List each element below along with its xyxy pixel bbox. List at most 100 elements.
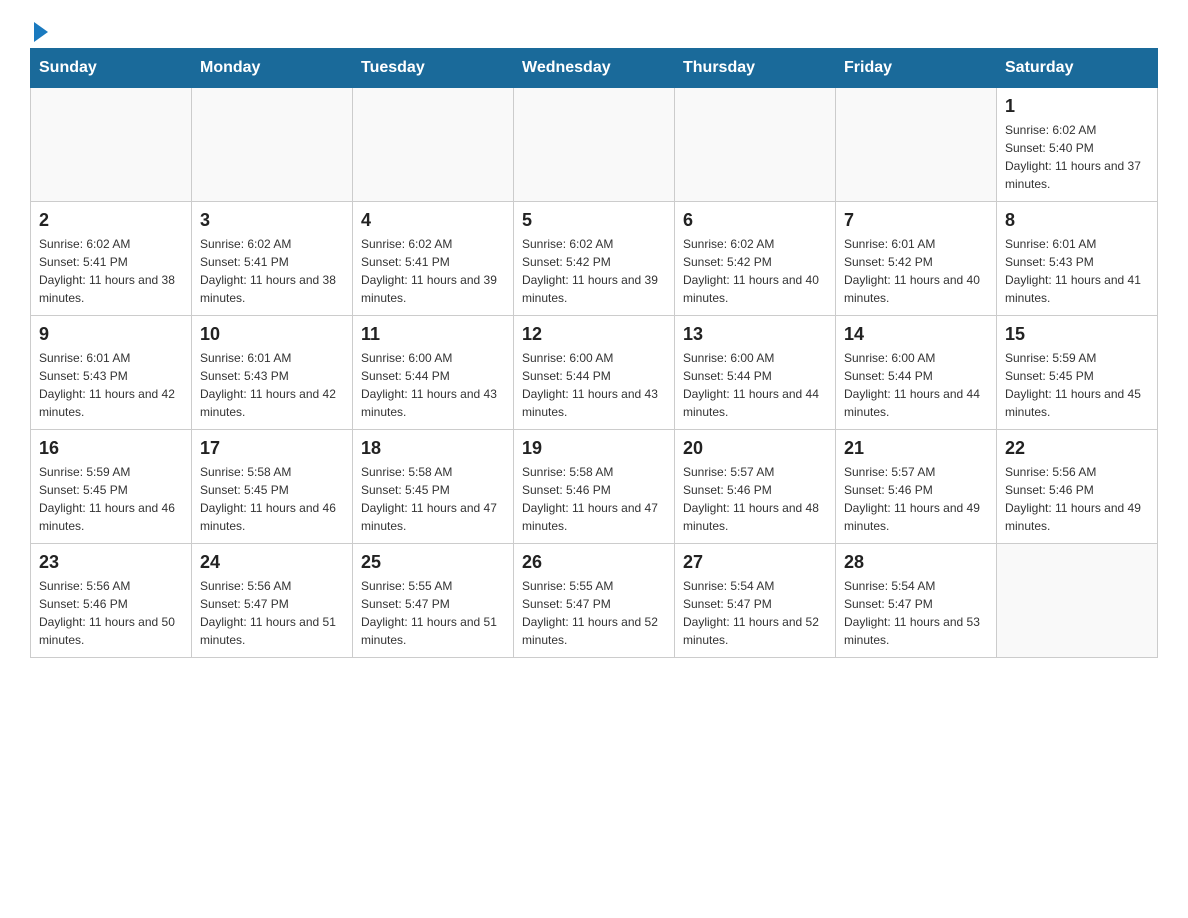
day-info: Sunrise: 6:00 AMSunset: 5:44 PMDaylight:… [361, 349, 505, 421]
day-info: Sunrise: 5:59 AMSunset: 5:45 PMDaylight:… [39, 463, 183, 535]
day-cell: 13 Sunrise: 6:00 AMSunset: 5:44 PMDayligh… [675, 316, 836, 430]
day-number: 28 [844, 552, 988, 573]
day-cell: 26 Sunrise: 5:55 AMSunset: 5:47 PMDayligh… [514, 544, 675, 658]
day-cell: 14 Sunrise: 6:00 AMSunset: 5:44 PMDayligh… [836, 316, 997, 430]
day-cell: 12 Sunrise: 6:00 AMSunset: 5:44 PMDayligh… [514, 316, 675, 430]
day-cell [836, 88, 997, 202]
day-number: 2 [39, 210, 183, 231]
day-number: 13 [683, 324, 827, 345]
day-info: Sunrise: 6:02 AMSunset: 5:41 PMDaylight:… [39, 235, 183, 307]
day-cell: 28 Sunrise: 5:54 AMSunset: 5:47 PMDayligh… [836, 544, 997, 658]
day-cell: 10 Sunrise: 6:01 AMSunset: 5:43 PMDayligh… [192, 316, 353, 430]
page-header [30, 20, 1158, 38]
logo-arrow-icon [34, 22, 48, 42]
day-info: Sunrise: 6:02 AMSunset: 5:41 PMDaylight:… [200, 235, 344, 307]
day-headers-row: SundayMondayTuesdayWednesdayThursdayFrid… [31, 49, 1158, 88]
week-row-1: 2 Sunrise: 6:02 AMSunset: 5:41 PMDaylight… [31, 202, 1158, 316]
day-header-friday: Friday [836, 49, 997, 88]
day-cell: 21 Sunrise: 5:57 AMSunset: 5:46 PMDayligh… [836, 430, 997, 544]
day-info: Sunrise: 5:55 AMSunset: 5:47 PMDaylight:… [522, 577, 666, 649]
day-info: Sunrise: 6:00 AMSunset: 5:44 PMDaylight:… [522, 349, 666, 421]
day-number: 1 [1005, 96, 1149, 117]
day-cell [675, 88, 836, 202]
week-row-0: 1 Sunrise: 6:02 AMSunset: 5:40 PMDaylight… [31, 88, 1158, 202]
day-header-wednesday: Wednesday [514, 49, 675, 88]
day-info: Sunrise: 6:00 AMSunset: 5:44 PMDaylight:… [844, 349, 988, 421]
day-number: 5 [522, 210, 666, 231]
day-cell: 7 Sunrise: 6:01 AMSunset: 5:42 PMDaylight… [836, 202, 997, 316]
day-info: Sunrise: 5:54 AMSunset: 5:47 PMDaylight:… [844, 577, 988, 649]
day-cell: 20 Sunrise: 5:57 AMSunset: 5:46 PMDayligh… [675, 430, 836, 544]
day-header-sunday: Sunday [31, 49, 192, 88]
day-number: 17 [200, 438, 344, 459]
day-cell: 5 Sunrise: 6:02 AMSunset: 5:42 PMDaylight… [514, 202, 675, 316]
calendar-table: SundayMondayTuesdayWednesdayThursdayFrid… [30, 48, 1158, 658]
day-number: 19 [522, 438, 666, 459]
day-cell: 4 Sunrise: 6:02 AMSunset: 5:41 PMDaylight… [353, 202, 514, 316]
day-number: 24 [200, 552, 344, 573]
day-number: 3 [200, 210, 344, 231]
day-cell: 23 Sunrise: 5:56 AMSunset: 5:46 PMDayligh… [31, 544, 192, 658]
day-info: Sunrise: 5:58 AMSunset: 5:45 PMDaylight:… [361, 463, 505, 535]
day-info: Sunrise: 5:56 AMSunset: 5:46 PMDaylight:… [1005, 463, 1149, 535]
day-cell: 24 Sunrise: 5:56 AMSunset: 5:47 PMDayligh… [192, 544, 353, 658]
day-cell: 3 Sunrise: 6:02 AMSunset: 5:41 PMDaylight… [192, 202, 353, 316]
day-info: Sunrise: 6:01 AMSunset: 5:43 PMDaylight:… [200, 349, 344, 421]
day-cell [192, 88, 353, 202]
calendar-header: SundayMondayTuesdayWednesdayThursdayFrid… [31, 49, 1158, 88]
day-cell: 18 Sunrise: 5:58 AMSunset: 5:45 PMDayligh… [353, 430, 514, 544]
day-info: Sunrise: 6:02 AMSunset: 5:41 PMDaylight:… [361, 235, 505, 307]
day-cell: 2 Sunrise: 6:02 AMSunset: 5:41 PMDaylight… [31, 202, 192, 316]
day-cell: 17 Sunrise: 5:58 AMSunset: 5:45 PMDayligh… [192, 430, 353, 544]
day-cell [514, 88, 675, 202]
day-number: 9 [39, 324, 183, 345]
day-number: 4 [361, 210, 505, 231]
day-info: Sunrise: 6:02 AMSunset: 5:42 PMDaylight:… [683, 235, 827, 307]
day-info: Sunrise: 6:01 AMSunset: 5:43 PMDaylight:… [39, 349, 183, 421]
day-number: 15 [1005, 324, 1149, 345]
day-cell: 25Sunrise: 5:55 AMSunset: 5:47 PMDayligh… [353, 544, 514, 658]
day-info: Sunrise: 5:58 AMSunset: 5:46 PMDaylight:… [522, 463, 666, 535]
week-row-4: 23 Sunrise: 5:56 AMSunset: 5:46 PMDayligh… [31, 544, 1158, 658]
day-info: Sunrise: 5:56 AMSunset: 5:46 PMDaylight:… [39, 577, 183, 649]
day-cell: 22 Sunrise: 5:56 AMSunset: 5:46 PMDayligh… [997, 430, 1158, 544]
day-info: Sunrise: 6:02 AMSunset: 5:40 PMDaylight:… [1005, 121, 1149, 193]
day-info: Sunrise: 5:59 AMSunset: 5:45 PMDaylight:… [1005, 349, 1149, 421]
day-number: 20 [683, 438, 827, 459]
day-cell [997, 544, 1158, 658]
day-info: Sunrise: 6:01 AMSunset: 5:43 PMDaylight:… [1005, 235, 1149, 307]
day-number: 22 [1005, 438, 1149, 459]
day-cell: 1 Sunrise: 6:02 AMSunset: 5:40 PMDaylight… [997, 88, 1158, 202]
day-cell [353, 88, 514, 202]
day-info: Sunrise: 5:57 AMSunset: 5:46 PMDaylight:… [683, 463, 827, 535]
day-number: 14 [844, 324, 988, 345]
day-info: Sunrise: 5:56 AMSunset: 5:47 PMDaylight:… [200, 577, 344, 649]
day-info: Sunrise: 6:02 AMSunset: 5:42 PMDaylight:… [522, 235, 666, 307]
day-number: 27 [683, 552, 827, 573]
day-number: 21 [844, 438, 988, 459]
day-number: 18 [361, 438, 505, 459]
day-cell: 27Sunrise: 5:54 AMSunset: 5:47 PMDayligh… [675, 544, 836, 658]
day-number: 7 [844, 210, 988, 231]
day-number: 23 [39, 552, 183, 573]
day-cell [31, 88, 192, 202]
day-cell: 6 Sunrise: 6:02 AMSunset: 5:42 PMDaylight… [675, 202, 836, 316]
day-number: 26 [522, 552, 666, 573]
day-cell: 11 Sunrise: 6:00 AMSunset: 5:44 PMDayligh… [353, 316, 514, 430]
day-info: Sunrise: 5:58 AMSunset: 5:45 PMDaylight:… [200, 463, 344, 535]
day-header-tuesday: Tuesday [353, 49, 514, 88]
day-info: Sunrise: 6:01 AMSunset: 5:42 PMDaylight:… [844, 235, 988, 307]
day-info: Sunrise: 5:55 AMSunset: 5:47 PMDaylight:… [361, 577, 505, 649]
day-info: Sunrise: 6:00 AMSunset: 5:44 PMDaylight:… [683, 349, 827, 421]
day-number: 10 [200, 324, 344, 345]
day-cell: 8Sunrise: 6:01 AMSunset: 5:43 PMDaylight… [997, 202, 1158, 316]
day-number: 11 [361, 324, 505, 345]
day-header-thursday: Thursday [675, 49, 836, 88]
day-number: 12 [522, 324, 666, 345]
day-cell: 15 Sunrise: 5:59 AMSunset: 5:45 PMDayligh… [997, 316, 1158, 430]
day-cell: 9 Sunrise: 6:01 AMSunset: 5:43 PMDaylight… [31, 316, 192, 430]
calendar-body: 1 Sunrise: 6:02 AMSunset: 5:40 PMDaylight… [31, 88, 1158, 658]
day-number: 16 [39, 438, 183, 459]
day-number: 6 [683, 210, 827, 231]
day-info: Sunrise: 5:57 AMSunset: 5:46 PMDaylight:… [844, 463, 988, 535]
